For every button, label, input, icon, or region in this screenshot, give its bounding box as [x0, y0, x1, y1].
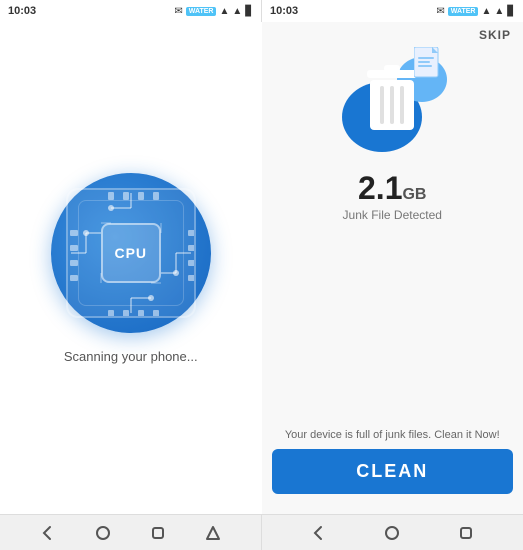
scanning-text: Scanning your phone...: [64, 349, 198, 364]
cpu-panel: CPU: [0, 22, 262, 514]
message-icon-r: ✉: [436, 6, 444, 17]
status-bar-left: 10:03 ✉ WATER ▲ ▲ ▊: [0, 0, 261, 22]
nav-recent-right[interactable]: [456, 523, 476, 543]
signal-icon: ▲: [219, 6, 229, 17]
signal-icon-r: ▲: [481, 6, 491, 17]
nav-bar-left: [0, 514, 261, 550]
nav-menu-left[interactable]: [203, 523, 223, 543]
nav-bars: [0, 514, 523, 550]
cpu-pins: [68, 190, 194, 316]
nav-back-left[interactable]: [38, 523, 58, 543]
clean-button[interactable]: CLEAN: [272, 449, 514, 494]
water-badge-right: WATER: [448, 7, 479, 16]
trash-area: [332, 42, 452, 162]
wifi-icon-r: ▲: [494, 6, 504, 17]
nav-home-left[interactable]: [93, 523, 113, 543]
document-icon: [414, 47, 444, 88]
nav-back-right[interactable]: [309, 523, 329, 543]
junk-panel: SKIP: [262, 22, 523, 514]
junk-size-display: 2.1GB: [358, 172, 426, 204]
main-split: CPU: [0, 22, 523, 514]
time-left: 10:03: [8, 5, 36, 17]
nav-recent-left[interactable]: [148, 523, 168, 543]
trash-icon: [362, 62, 422, 142]
junk-detected-label: Junk File Detected: [343, 208, 442, 222]
nav-bar-right: [262, 514, 523, 550]
status-bars: 10:03 ✉ WATER ▲ ▲ ▊ 10:03 ✉ WATER ▲ ▲ ▊: [0, 0, 523, 22]
cpu-circle: CPU: [51, 173, 211, 333]
water-badge-left: WATER: [186, 7, 217, 16]
time-right: 10:03: [270, 5, 298, 17]
message-icon: ✉: [174, 6, 182, 17]
skip-button[interactable]: SKIP: [479, 28, 511, 42]
battery-icon-r: ▊: [507, 6, 515, 17]
junk-size-unit: GB: [402, 186, 426, 203]
nav-home-right[interactable]: [382, 523, 402, 543]
battery-icon: ▊: [245, 6, 253, 17]
junk-size-value: 2.1: [358, 170, 402, 206]
wifi-icon: ▲: [232, 6, 242, 17]
status-icons-right: ✉ WATER ▲ ▲ ▊: [436, 6, 515, 17]
cpu-circuit-board: CPU: [66, 188, 196, 318]
status-icons-left: ✉ WATER ▲ ▲ ▊: [174, 6, 253, 17]
junk-warning-text: Your device is full of junk files. Clean…: [272, 429, 514, 441]
status-bar-right: 10:03 ✉ WATER ▲ ▲ ▊: [262, 0, 523, 22]
